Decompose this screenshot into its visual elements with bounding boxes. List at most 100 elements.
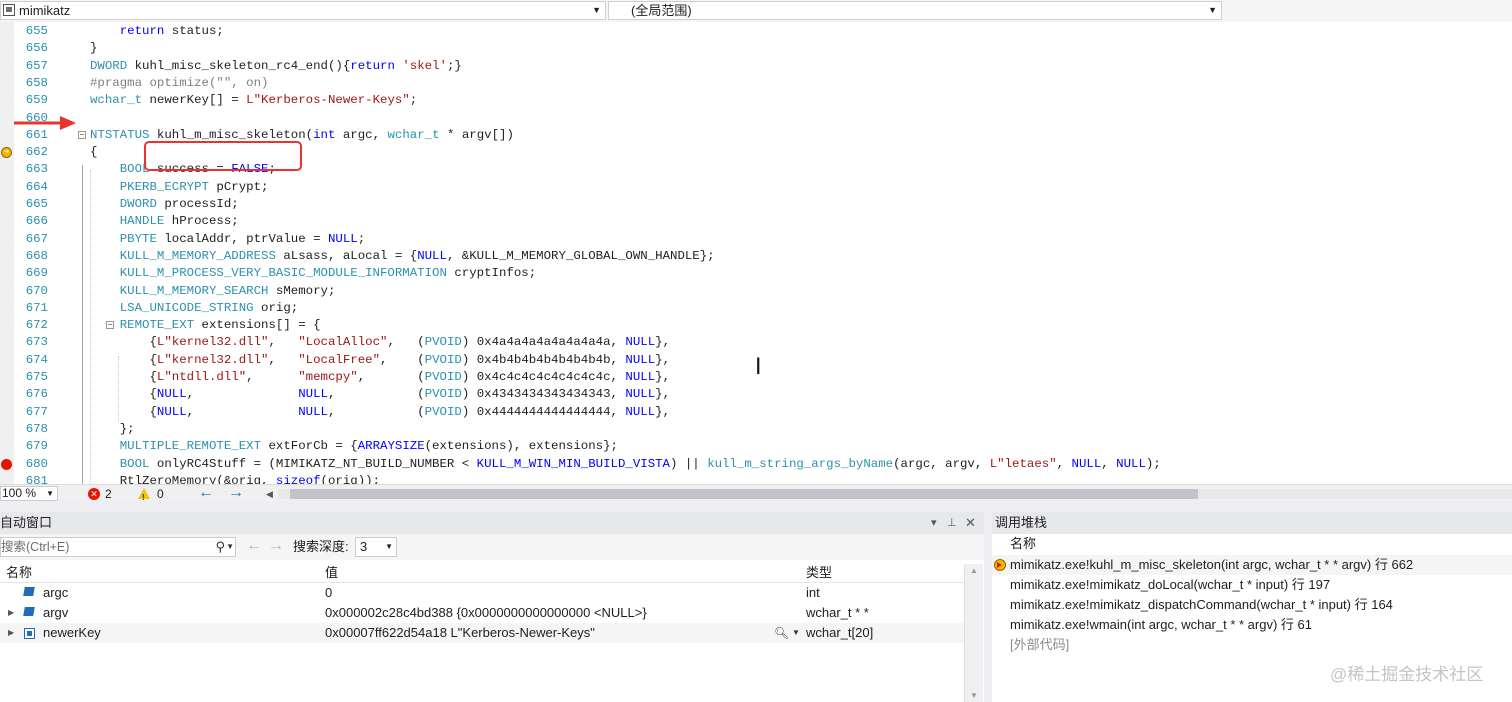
column-value[interactable]: 值 xyxy=(325,564,338,582)
line-number: 656 xyxy=(25,41,48,56)
search-depth-value: 3 xyxy=(360,539,368,554)
code-line[interactable]: 670 KULL_M_MEMORY_SEARCH sMemory; xyxy=(0,283,1512,300)
line-number: 681 xyxy=(25,473,48,484)
table-row[interactable]: ▶ newerKey 0x00007ff622d54a18 L"Kerberos… xyxy=(0,623,964,643)
stack-frame[interactable]: mimikatz.exe!mimikatz_doLocal(wchar_t * … xyxy=(992,575,1512,595)
scope-dropdown[interactable]: (全局范围) ▼ xyxy=(608,1,1222,20)
code-text: MULTIPLE_REMOTE_EXT extForCb = {ARRAYSIZ… xyxy=(119,439,618,454)
search-back-icon[interactable]: ← xyxy=(246,538,262,554)
function-highlight-box xyxy=(144,141,302,171)
column-type[interactable]: 类型 xyxy=(806,564,832,582)
code-line[interactable]: 665 DWORD processId; xyxy=(0,196,1512,213)
code-text: RtlZeroMemory(&orig, sizeof(orig)); xyxy=(90,473,381,484)
variable-value[interactable]: 0 xyxy=(325,583,332,603)
code-line[interactable]: 679 MULTIPLE_REMOTE_EXT extForCb = {ARRA… xyxy=(0,438,1512,455)
search-depth-select[interactable]: 3 ▼ xyxy=(355,537,397,557)
code-line[interactable]: 656} xyxy=(0,40,1512,57)
visualizer-magnifier-icon[interactable]: 🔍︎ xyxy=(774,623,789,643)
code-line[interactable]: 681 RtlZeroMemory(&orig, sizeof(orig)); xyxy=(0,473,1512,484)
expand-icon[interactable]: ▶ xyxy=(8,623,14,643)
line-number: 667 xyxy=(25,231,48,246)
column-name[interactable]: 名称 xyxy=(6,564,32,582)
callstack-title-bar: 调用堆栈 xyxy=(992,512,1512,534)
next-issue-icon[interactable]: → xyxy=(228,484,244,502)
scroll-up-icon[interactable]: ▲ xyxy=(970,566,978,575)
code-line[interactable]: 668 KULL_M_MEMORY_ADDRESS aLsass, aLocal… xyxy=(0,248,1512,265)
search-icon[interactable]: ⚲ xyxy=(215,538,225,556)
line-number: 674 xyxy=(25,352,48,367)
table-row[interactable]: argc 0 int xyxy=(0,583,964,603)
variable-value[interactable]: 0x00007ff622d54a18 L"Kerberos-Newer-Keys… xyxy=(325,623,595,643)
external-code-label: [外部代码] xyxy=(1010,637,1070,652)
code-line[interactable]: 664 PKERB_ECRYPT pCrypt; xyxy=(0,179,1512,196)
vertical-scrollbar[interactable]: ▲ ▼ xyxy=(964,564,983,702)
code-line[interactable]: 676 {NULL, NULL, (PVOID) 0x4343434343434… xyxy=(0,386,1512,403)
stack-frame-label: mimikatz.exe!kuhl_m_misc_skeleton(int ar… xyxy=(1010,557,1414,572)
search-input[interactable]: 搜索(Ctrl+E) ⚲ ▼ xyxy=(0,537,236,557)
pin-icon[interactable]: ⊥ xyxy=(947,512,957,534)
variable-name: argv xyxy=(43,605,69,620)
stack-frame[interactable]: mimikatz.exe!kuhl_m_misc_skeleton(int ar… xyxy=(992,555,1512,575)
horizontal-scroll-thumb[interactable] xyxy=(290,489,1198,499)
code-editor[interactable]: 655 return status; 656} 657 DWORD kuhl_misc… xyxy=(0,22,1512,484)
error-count[interactable]: 2 xyxy=(105,485,112,503)
stack-frame-label: mimikatz.exe!wmain(int argc, wchar_t * *… xyxy=(1010,617,1312,632)
code-text: wchar_t newerKey[] = L"Kerberos-Newer-Ke… xyxy=(90,93,418,108)
code-line[interactable]: 671 LSA_UNICODE_STRING orig; xyxy=(0,300,1512,317)
code-line[interactable]: 666 HANDLE hProcess; xyxy=(0,213,1512,230)
previous-issue-icon[interactable]: ← xyxy=(198,484,214,502)
variable-value[interactable]: 0x000002c28c4bd388 {0x0000000000000000 <… xyxy=(325,603,647,623)
code-line[interactable]: 660 xyxy=(0,110,1512,127)
expand-icon[interactable]: ▶ xyxy=(8,603,14,623)
code-line[interactable]: 669 KULL_M_PROCESS_VERY_BASIC_MODULE_INF… xyxy=(0,265,1512,282)
callstack-title: 调用堆栈 xyxy=(995,515,1048,530)
code-line[interactable]: 655 return status; xyxy=(0,23,1512,40)
error-icon[interactable]: ✕ xyxy=(88,488,100,500)
line-number: 665 xyxy=(25,197,48,211)
variable-name: argc xyxy=(43,585,69,600)
scroll-left-icon[interactable]: ◀ xyxy=(266,485,273,503)
variable-type: wchar_t[20] xyxy=(806,625,874,640)
code-line[interactable]: 680 BOOL onlyRC4Stuff = (MIMIKATZ_NT_BUI… xyxy=(0,456,1512,473)
line-number: 672 xyxy=(25,318,48,333)
collapse-icon[interactable]: − xyxy=(78,130,86,139)
code-text: #pragma optimize("", on) xyxy=(90,75,269,90)
line-number: 655 xyxy=(25,24,48,38)
chevron-down-icon[interactable]: ▼ xyxy=(226,538,234,556)
line-number: 679 xyxy=(25,439,48,454)
code-line[interactable]: 672− REMOTE_EXT extensions[] = { xyxy=(0,317,1512,334)
window-menu-icon[interactable]: ▾ xyxy=(931,512,937,534)
array-variable-icon xyxy=(24,628,35,639)
zoom-level: 100 % xyxy=(2,486,37,500)
stack-frame[interactable]: mimikatz.exe!wmain(int argc, wchar_t * *… xyxy=(992,615,1512,635)
code-line[interactable]: 659 wchar_t newerKey[] = L"Kerberos-Newer… xyxy=(0,92,1512,109)
close-icon[interactable]: ✕ xyxy=(965,512,976,534)
stack-frame[interactable]: [外部代码] xyxy=(992,635,1512,655)
scroll-down-icon[interactable]: ▼ xyxy=(970,691,978,700)
table-row[interactable]: ▶ argv 0x000002c28c4bd388 {0x00000000000… xyxy=(0,603,964,623)
code-text: {L"kernel32.dll", "LocalAlloc", (PVOID) … xyxy=(90,335,671,350)
autos-toolbar: 搜索(Ctrl+E) ⚲ ▼ ← → 搜索深度: 3 ▼ xyxy=(0,534,984,560)
code-line[interactable]: 667 PBYTE localAddr, ptrValue = NULL; xyxy=(0,231,1512,248)
code-text: KULL_M_MEMORY_SEARCH sMemory; xyxy=(119,283,336,298)
code-line[interactable]: 657 DWORD kuhl_misc_skeleton_rc4_end(){re… xyxy=(0,58,1512,75)
panel-separator[interactable] xyxy=(0,502,1512,512)
code-line[interactable]: 678 }; xyxy=(0,421,1512,438)
zoom-dropdown[interactable]: 100 % ▼ xyxy=(0,486,58,501)
line-number: 663 xyxy=(25,162,48,177)
search-forward-icon[interactable]: → xyxy=(268,538,284,554)
code-line[interactable]: 677 {NULL, NULL, (PVOID) 0x4444444444444… xyxy=(0,404,1512,421)
line-number: 676 xyxy=(25,387,48,402)
fold-line xyxy=(82,165,83,484)
code-line[interactable]: 673 {L"kernel32.dll", "LocalAlloc", (PVO… xyxy=(0,334,1512,351)
current-statement-icon[interactable]: ➜ xyxy=(1,147,12,159)
warning-count[interactable]: 0 xyxy=(157,485,164,503)
line-number: 657 xyxy=(25,58,48,73)
project-dropdown[interactable]: mimikatz ▼ xyxy=(0,1,606,20)
panel-splitter[interactable] xyxy=(984,512,992,702)
breakpoint-icon[interactable] xyxy=(1,458,12,470)
stack-frame[interactable]: mimikatz.exe!mimikatz_dispatchCommand(wc… xyxy=(992,595,1512,615)
chevron-down-icon[interactable]: ▼ xyxy=(792,623,800,643)
code-line[interactable]: 658 #pragma optimize("", on) xyxy=(0,75,1512,92)
callstack-column-name[interactable]: 名称 xyxy=(1010,534,1036,554)
